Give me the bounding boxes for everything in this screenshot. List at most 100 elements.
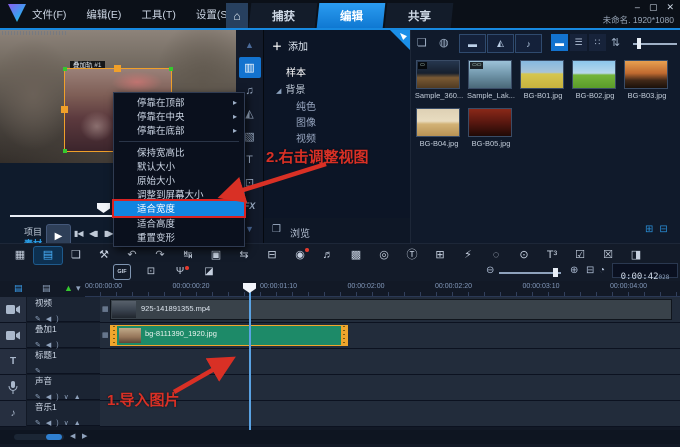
menu-edit[interactable]: 编辑(E) [86, 7, 121, 22]
overlay-track-header[interactable]: 叠加1 ✎◀) [27, 323, 100, 349]
subtitle-editor-icon[interactable]: ▩ [342, 247, 370, 264]
step-home-button[interactable]: ▮◀ [74, 229, 84, 238]
add-to-timeline-icon[interactable]: ⊞ [645, 224, 653, 235]
overlay-track-icon[interactable] [0, 323, 26, 349]
tree-item-sample[interactable]: 样本 [286, 64, 306, 79]
voiceover-icon[interactable]: Ψ [172, 265, 189, 279]
filter-audio-button[interactable]: ♪ [515, 34, 542, 53]
scrollbar-thumb[interactable] [46, 434, 62, 440]
track-manager-icon[interactable]: ▤ [14, 283, 23, 294]
transparency-icon[interactable]: ▦ [102, 305, 109, 313]
nav-media-icon[interactable]: ▥ [238, 57, 261, 78]
context-menu-item[interactable]: 停靠在底部 ▸ [114, 123, 244, 138]
trim-handle-left[interactable] [111, 326, 117, 345]
media-thumbnail[interactable]: BG-B03.jpg [621, 58, 673, 104]
context-menu-item[interactable]: 适合高度 [114, 216, 244, 230]
add-folder-button[interactable]: ＋添加 [272, 38, 308, 53]
maximize-button[interactable]: ▢ [649, 2, 658, 13]
import-folder-icon[interactable]: ❏ [417, 36, 427, 49]
grid-lines-icon[interactable]: ⊞ [426, 247, 454, 264]
check-edit-icon[interactable]: ☒ [594, 247, 622, 264]
close-button[interactable]: ✕ [666, 2, 674, 13]
library-options-icon[interactable]: ⊟ [659, 224, 667, 235]
link-icon[interactable]: ✎ [35, 420, 46, 427]
view-grid-button[interactable]: ∷ [589, 34, 606, 51]
timeline-timecode[interactable]: 0:00:42028 [612, 263, 678, 282]
snapshot-icon[interactable]: ◪ [201, 265, 217, 279]
context-menu-item[interactable]: 停靠在顶部 ▸ [114, 95, 244, 110]
context-menu-item[interactable]: 重置变形 [114, 230, 244, 244]
nav-up-icon[interactable]: ▲ [239, 34, 261, 55]
tab-share[interactable]: 共享 [384, 3, 454, 28]
media-thumbnail[interactable]: BG-B02.jpg [569, 58, 621, 104]
fit-timeline-icon[interactable]: ⊟ [586, 265, 594, 276]
track-options-icon[interactable]: ▤ [42, 283, 51, 294]
undo-icon[interactable]: ↶ [118, 247, 146, 264]
media-thumbnail[interactable]: BG-B04.jpg [413, 106, 465, 152]
menu-tools[interactable]: 工具(T) [141, 7, 175, 22]
tree-item-solid-color[interactable]: 纯色 [296, 98, 316, 113]
corner-handle[interactable] [63, 149, 67, 153]
overlay-image-clip[interactable]: bg-8111390_1920.jpg [110, 325, 348, 346]
trim-icon[interactable]: ↹ [174, 247, 202, 264]
lasso-icon[interactable]: ◌ [482, 247, 510, 264]
insert-gap-icon[interactable]: ⊟ [258, 247, 286, 264]
link-icon[interactable]: ✎ [35, 342, 46, 349]
panel-grip[interactable] [2, 31, 68, 35]
title-options-icon[interactable]: Ⓣ [398, 247, 426, 264]
split-screen-icon[interactable]: ◨ [622, 247, 650, 264]
media-thumbnail[interactable]: BG-B01.jpg [517, 58, 569, 104]
storyboard-view-icon[interactable]: ▦ [6, 247, 34, 264]
scroll-right-icon[interactable]: ▶ [82, 432, 87, 440]
tab-capture[interactable]: 捕获 [248, 3, 318, 28]
video-clip[interactable]: 925-141891355.mp4 [110, 299, 672, 320]
expand-icon[interactable]: ◢ [276, 88, 281, 95]
minimize-button[interactable]: – [635, 2, 640, 13]
music-track-header[interactable]: 音乐1 ✎◀)∨▲ [27, 401, 100, 427]
speaker-icon[interactable]: ◀) [46, 420, 64, 427]
tools-icon[interactable]: ⚒ [90, 247, 118, 264]
music-track-icon[interactable]: ♪ [0, 401, 26, 427]
edge-handle[interactable] [61, 106, 68, 113]
scrubber-thumb[interactable] [97, 203, 110, 213]
color-grading-icon[interactable]: ◉ [286, 247, 314, 264]
screen-recorder-icon[interactable]: ⊡ [143, 265, 159, 279]
media-thumbnail[interactable]: BG-B05.jpg [465, 106, 517, 152]
title-3d-icon[interactable]: T³ [538, 247, 566, 264]
step-forward-button[interactable]: ▮▶ [104, 229, 114, 238]
tree-item-video[interactable]: 视频 [296, 130, 316, 145]
copy-icon[interactable]: ❏ [62, 247, 90, 264]
link-icon[interactable]: ✎ [35, 394, 46, 401]
sound-mixer-icon[interactable]: ♬ [314, 247, 342, 264]
context-menu-item[interactable]: 停靠在中央 ▸ [114, 109, 244, 124]
media-thumbnail[interactable]: ▭▭ Sample_Lak... [465, 58, 517, 104]
split-clip-icon[interactable]: ⇆ [230, 247, 258, 264]
import-disc-icon[interactable]: ◍ [439, 36, 449, 49]
zoom-out-icon[interactable]: ⊖ [486, 265, 494, 276]
multi-trim-icon[interactable]: ◎ [370, 247, 398, 264]
context-menu-item[interactable] [119, 140, 239, 142]
tab-edit[interactable]: 编辑 [316, 3, 386, 28]
corner-handle[interactable] [169, 67, 173, 71]
edge-handle[interactable] [114, 65, 121, 72]
link-icon[interactable]: ✎ [35, 316, 46, 323]
fit-project-icon[interactable]: ▣ [202, 247, 230, 264]
speaker-icon[interactable]: ◀) [46, 316, 64, 323]
video-track-icon[interactable] [0, 297, 26, 323]
music-track-lane[interactable] [100, 401, 680, 427]
overlay-track-lane[interactable]: ▦ bg-8111390_1920.jpg [100, 323, 680, 349]
step-back-button[interactable]: ◀▮ [89, 229, 99, 238]
home-tab[interactable]: ⌂ [226, 3, 248, 28]
ripple-edit-icon[interactable]: ▲ [64, 283, 73, 293]
speaker-icon[interactable]: ◀) [46, 342, 64, 349]
timeline-ruler[interactable]: 00:00:00:00 00:00:00:20 00:00:01:10 00:00:0… [85, 283, 680, 297]
video-track-header[interactable]: 视频 ✎◀) [27, 297, 100, 323]
browse-button[interactable]: 浏览 [290, 225, 310, 240]
gif-creator-icon[interactable]: GIF [114, 265, 130, 279]
filter-photo-button[interactable]: ◭ [487, 34, 514, 53]
transparency-icon[interactable]: ▦ [102, 331, 109, 339]
check-media-icon[interactable]: ☑ [566, 247, 594, 264]
voice-track-header[interactable]: 声音 ✎◀)∨▲ [27, 375, 100, 401]
sort-icon[interactable]: ⇅ [611, 36, 620, 49]
view-list-button[interactable]: ☰ [570, 34, 587, 51]
